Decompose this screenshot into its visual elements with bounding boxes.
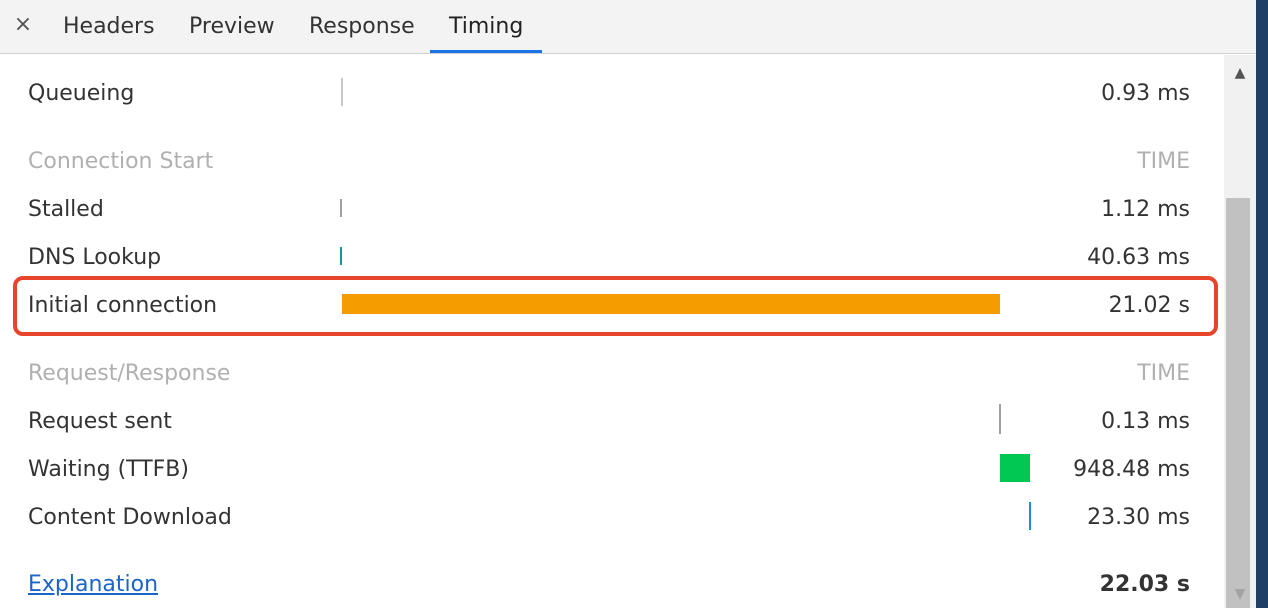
row-time: 1.12 ms (1101, 197, 1190, 222)
scrollbar-thumb[interactable] (1226, 198, 1250, 608)
active-tab-indicator (430, 50, 542, 53)
timing-row-stalled: Stalled 1.12 ms (0, 186, 1220, 234)
timing-row-dns-lookup: DNS Lookup 40.63 ms (0, 234, 1220, 282)
row-time: 948.48 ms (1073, 457, 1190, 482)
section-title: Connection Start (28, 149, 214, 174)
tab-preview[interactable]: Preview (171, 0, 293, 54)
row-label: Waiting (TTFB) (28, 457, 189, 482)
row-label: Content Download (28, 505, 232, 530)
row-time: 0.13 ms (1101, 409, 1190, 434)
row-label: Stalled (28, 197, 104, 222)
row-label: DNS Lookup (28, 245, 162, 270)
timing-bar (1029, 502, 1031, 530)
row-time: 0.93 ms (1101, 81, 1190, 106)
timing-row-request-sent: Request sent 0.13 ms (0, 398, 1220, 446)
timing-bar (1000, 454, 1030, 482)
section-header-connection-start: Connection Start TIME (0, 138, 1220, 186)
section-time-header: TIME (1137, 361, 1190, 386)
timing-row-waiting-ttfb: Waiting (TTFB) 948.48 ms (0, 446, 1220, 494)
row-time: 23.30 ms (1087, 505, 1190, 530)
row-label: Request sent (28, 409, 172, 434)
scroll-down-icon[interactable]: ▼ (1224, 582, 1256, 606)
tab-bar: × Headers Preview Response Timing (0, 0, 1256, 54)
timing-bar (340, 199, 342, 217)
highlight-annotation (13, 276, 1218, 336)
section-header-request-response: Request/Response TIME (0, 350, 1220, 398)
total-time: 22.03 s (1099, 572, 1190, 597)
window-edge (1256, 0, 1268, 608)
tab-headers[interactable]: Headers (45, 0, 173, 54)
section-title: Request/Response (28, 361, 231, 386)
timing-row-content-download: Content Download 23.30 ms (0, 494, 1220, 542)
timing-bar (999, 404, 1001, 434)
row-label: Queueing (28, 81, 135, 106)
timing-bar (341, 78, 343, 106)
timing-row-queueing: Queueing 0.93 ms (0, 70, 1220, 118)
timing-bar (340, 247, 342, 265)
row-time: 40.63 ms (1087, 245, 1190, 270)
section-time-header: TIME (1137, 149, 1190, 174)
vertical-scrollbar[interactable]: ▲ ▼ (1224, 55, 1256, 608)
explanation-link[interactable]: Explanation (28, 562, 158, 608)
tab-response[interactable]: Response (291, 0, 433, 54)
close-icon[interactable]: × (10, 10, 36, 40)
scroll-up-icon[interactable]: ▲ (1224, 61, 1256, 85)
tab-timing[interactable]: Timing (431, 0, 541, 54)
